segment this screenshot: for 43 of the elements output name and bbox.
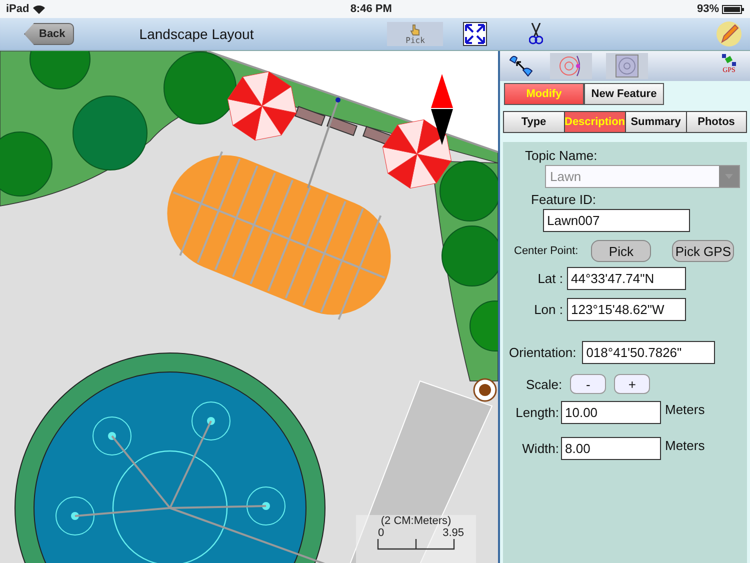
screen-title: Landscape Layout xyxy=(139,26,255,42)
length-field[interactable]: 10.00 xyxy=(561,401,661,424)
pick-button[interactable]: Pick xyxy=(591,240,652,262)
scale-min: 0 xyxy=(378,527,384,539)
hand-icon xyxy=(409,24,422,36)
feature-id-field[interactable]: Lawn007 xyxy=(543,209,690,232)
width-label: Width: xyxy=(521,441,559,456)
scale-up-button[interactable]: + xyxy=(614,374,650,394)
fit-screen-icon[interactable] xyxy=(463,22,488,46)
width-field[interactable]: 8.00 xyxy=(561,437,661,460)
tab[interactable]: Summary xyxy=(626,112,687,132)
length-label: Length: xyxy=(514,405,559,420)
mode-button[interactable]: New Feature xyxy=(584,83,664,105)
scale-label: Scale: xyxy=(526,376,562,392)
tab[interactable]: Type xyxy=(504,112,564,132)
pencil-icon[interactable] xyxy=(716,21,742,47)
scale-caption: (2 CM:Meters) xyxy=(380,515,452,527)
lon-label: Lon : xyxy=(533,302,563,317)
clock-time: 8:46 PM xyxy=(350,3,392,15)
lat-label: Lat : xyxy=(536,271,563,286)
pick-tool-button[interactable]: Pick xyxy=(387,22,444,46)
wifi-icon xyxy=(33,4,46,14)
scissors-icon[interactable] xyxy=(529,23,544,45)
orientation-label: Orientation: xyxy=(509,345,576,360)
device-name: iPad xyxy=(6,3,30,15)
move-points-icon[interactable] xyxy=(508,54,534,78)
latitude-field[interactable]: 44°33'47.74"N xyxy=(567,267,686,290)
orientation-field[interactable]: 018°41'50.7826" xyxy=(582,341,716,364)
width-unit: Meters xyxy=(665,438,705,453)
pick-gps-button[interactable]: Pick GPS xyxy=(672,240,734,262)
battery-icon xyxy=(722,4,744,14)
length-unit: Meters xyxy=(665,402,705,417)
tab[interactable]: Photos xyxy=(686,112,746,132)
back-button[interactable]: Back xyxy=(24,23,74,45)
battery-percent: 93% xyxy=(696,3,719,15)
longitude-field[interactable]: 123°15'48.62"W xyxy=(567,298,686,321)
rotate-tool-icon[interactable] xyxy=(550,53,592,79)
feature-id-label: Feature ID: xyxy=(531,192,598,207)
scale-ruler-icon xyxy=(377,539,455,550)
center-point-label: Center Point: xyxy=(514,245,578,257)
scale-down-button[interactable]: - xyxy=(570,374,606,394)
scale-max: 3.95 xyxy=(442,527,464,539)
topic-label: Topic Name: xyxy=(525,148,598,163)
